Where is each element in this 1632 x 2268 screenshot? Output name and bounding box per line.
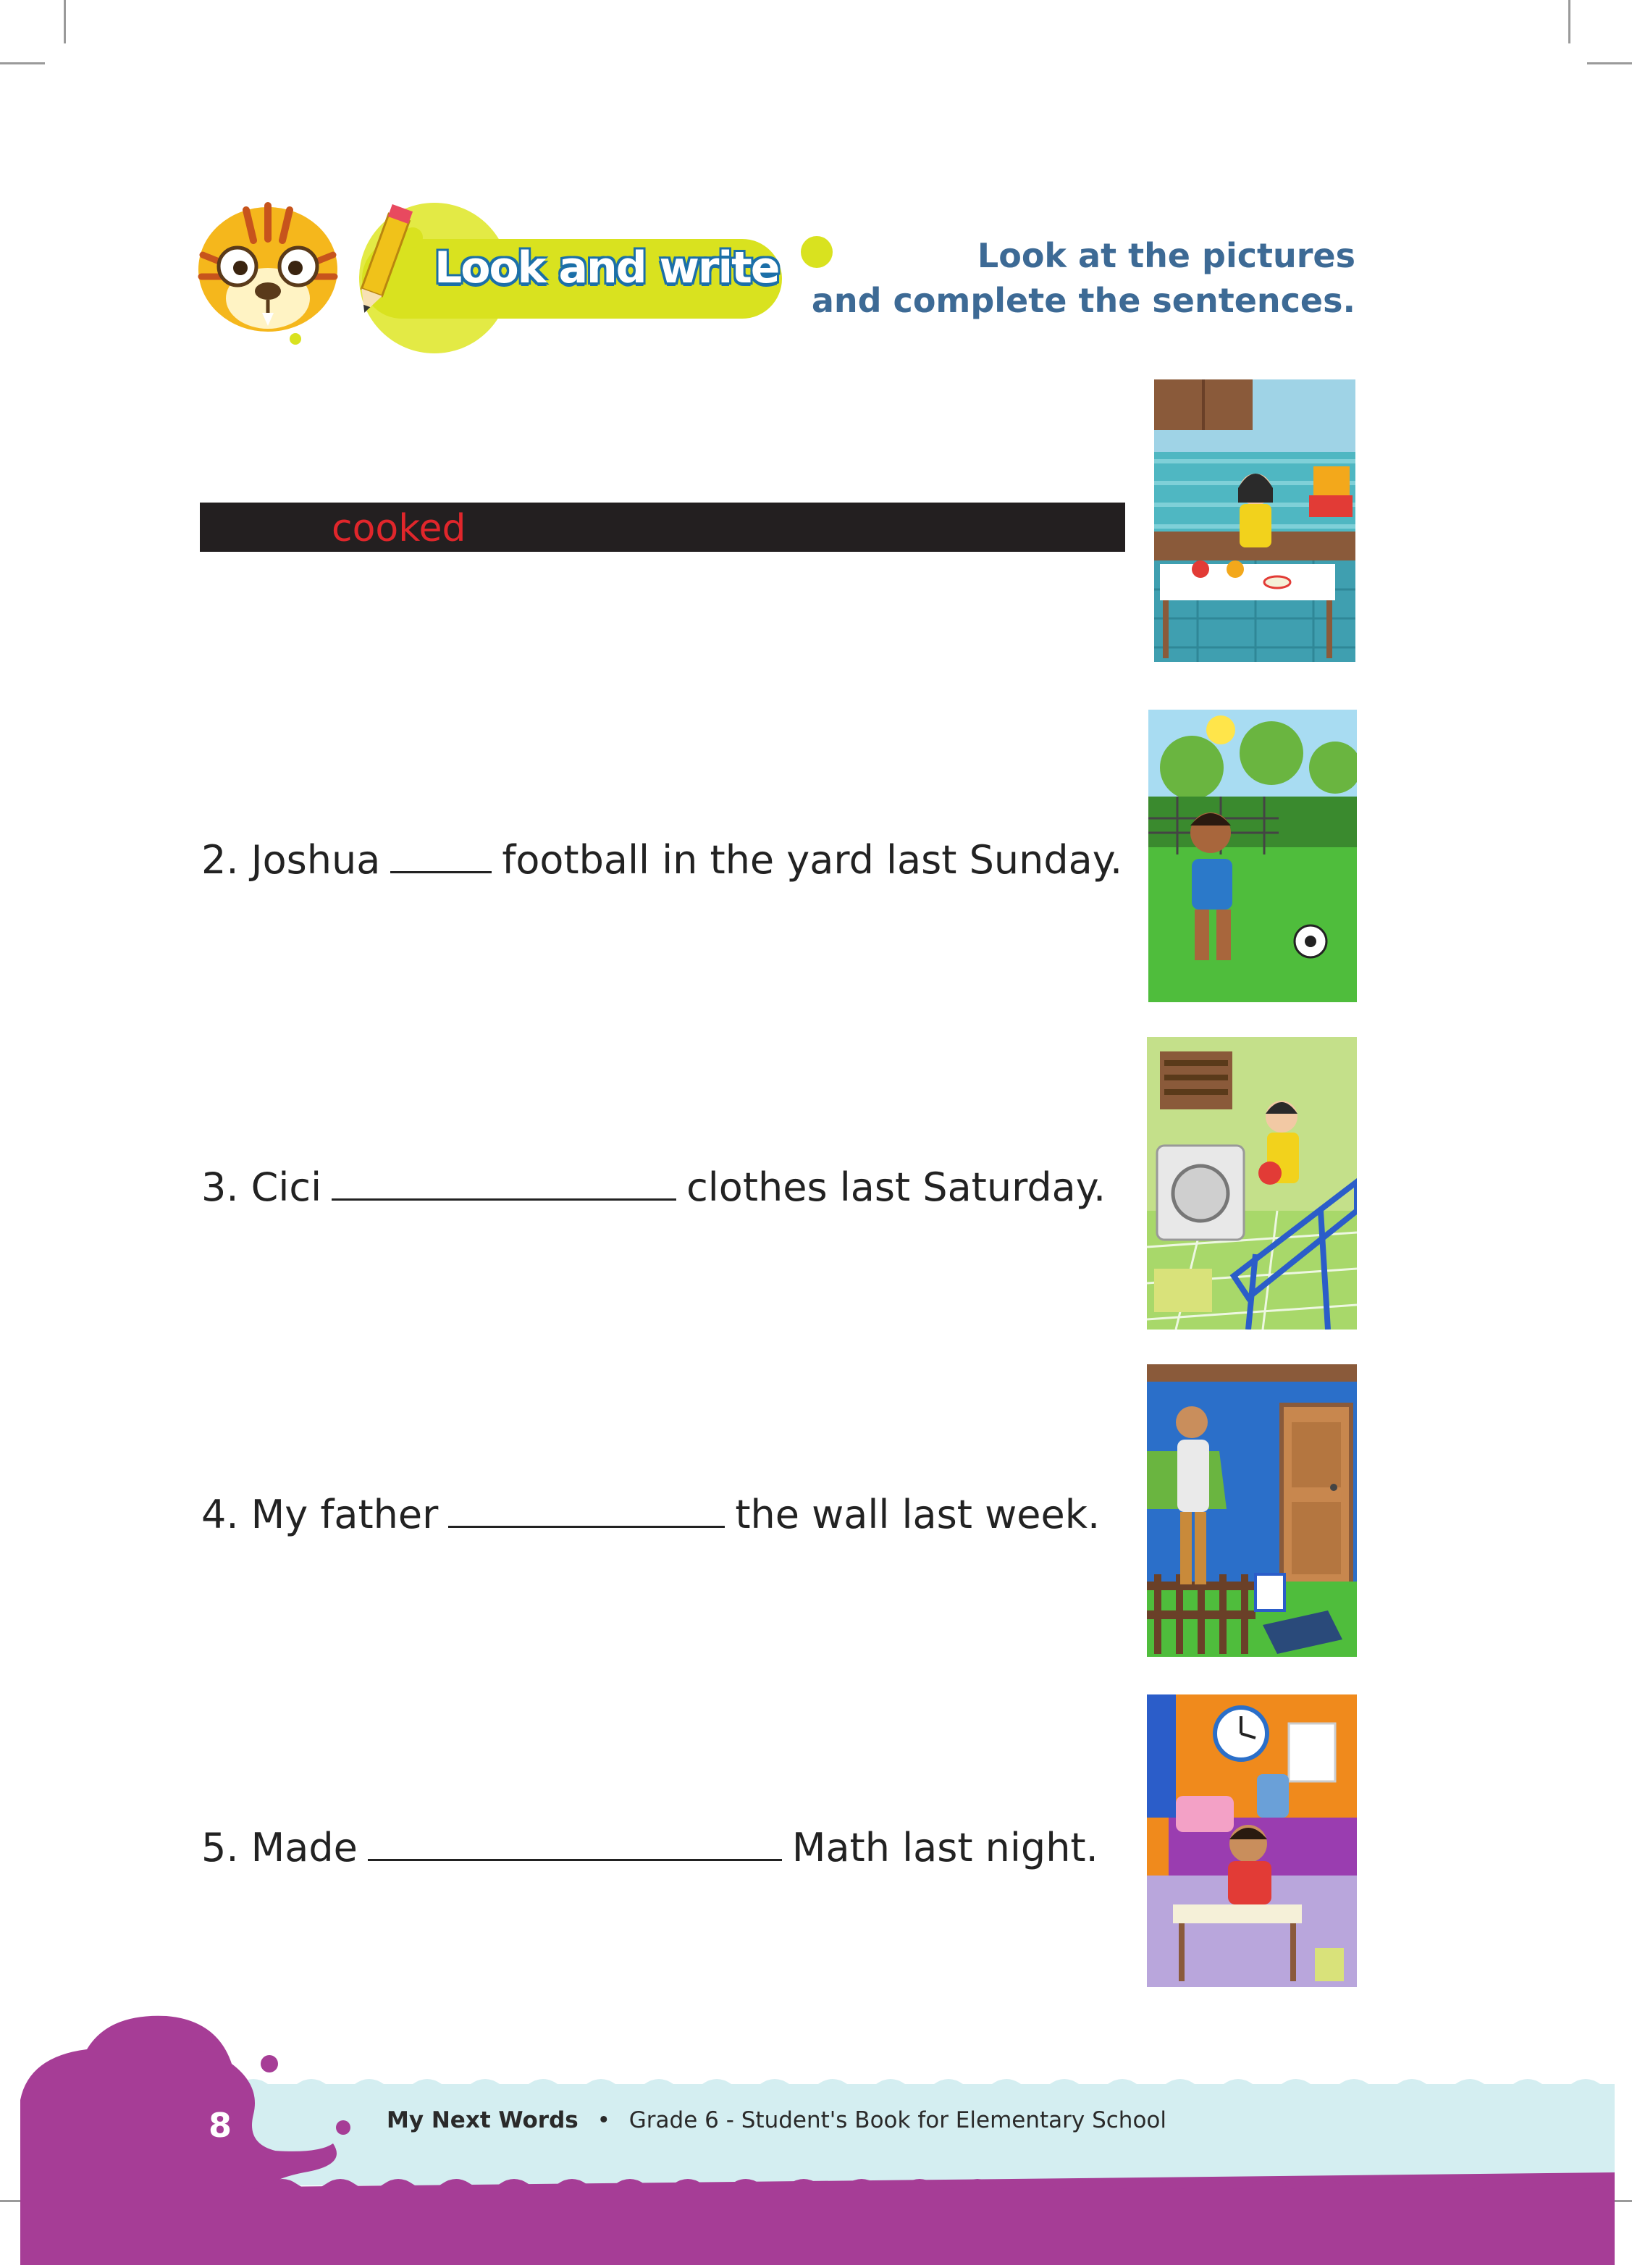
sentence-text: the wall last week.	[735, 1492, 1101, 1537]
picture-father-painting	[1147, 1364, 1357, 1657]
crop-mark	[64, 0, 66, 43]
crop-mark	[1568, 0, 1570, 43]
sentence-text: football in the yard last Sunday.	[502, 837, 1123, 883]
section-title: Look and write	[434, 243, 780, 293]
sentence-text: 5. Made	[201, 1825, 358, 1870]
book-subtitle: Grade 6 - Student's Book for Elementary …	[628, 2107, 1166, 2133]
picture-boy-football	[1148, 710, 1357, 1002]
tiger-mascot-icon	[195, 197, 340, 335]
footer-caption: My Next Words • Grade 6 - Student's Book…	[387, 2107, 1166, 2133]
sentence-text: 4. My father	[201, 1492, 439, 1537]
sentence-4: 4. My father the wall last week.	[201, 1492, 1100, 1537]
answer-blank[interactable]	[448, 1492, 725, 1528]
sentence-text: 3. Cici	[201, 1164, 322, 1210]
crop-mark	[1587, 62, 1632, 64]
sentence-5: 5. Made Math last night.	[201, 1825, 1098, 1870]
sentence-text: Math last night.	[791, 1825, 1098, 1870]
picture-boy-studying	[1147, 1694, 1357, 1987]
sentence-text: 2. Joshua	[201, 837, 381, 883]
crop-mark	[0, 62, 45, 64]
picture-girl-laundry	[1147, 1037, 1357, 1330]
answer-blank[interactable]	[332, 1165, 677, 1201]
sentence-3: 3. Cici clothes last Saturday.	[201, 1164, 1106, 1210]
sentence-text: clothes last Saturday.	[686, 1164, 1106, 1210]
instruction-line: and complete the sentences.	[811, 281, 1355, 320]
answer-blank[interactable]	[390, 838, 492, 873]
book-title: My Next Words	[387, 2107, 579, 2133]
picture-girl-cooking	[1154, 379, 1355, 662]
page-number: 8	[209, 2106, 232, 2145]
sentence-2: 2. Joshua football in the yard last Sunda…	[201, 837, 1122, 883]
instruction-line: Look at the pictures	[977, 236, 1355, 275]
answer-blank[interactable]	[367, 1826, 782, 1861]
answer-text-1: cooked	[332, 507, 466, 550]
pencil-icon	[346, 200, 418, 323]
footer-separator: •	[597, 2107, 610, 2133]
instructions: Look at the pictures and complete the se…	[812, 233, 1355, 323]
